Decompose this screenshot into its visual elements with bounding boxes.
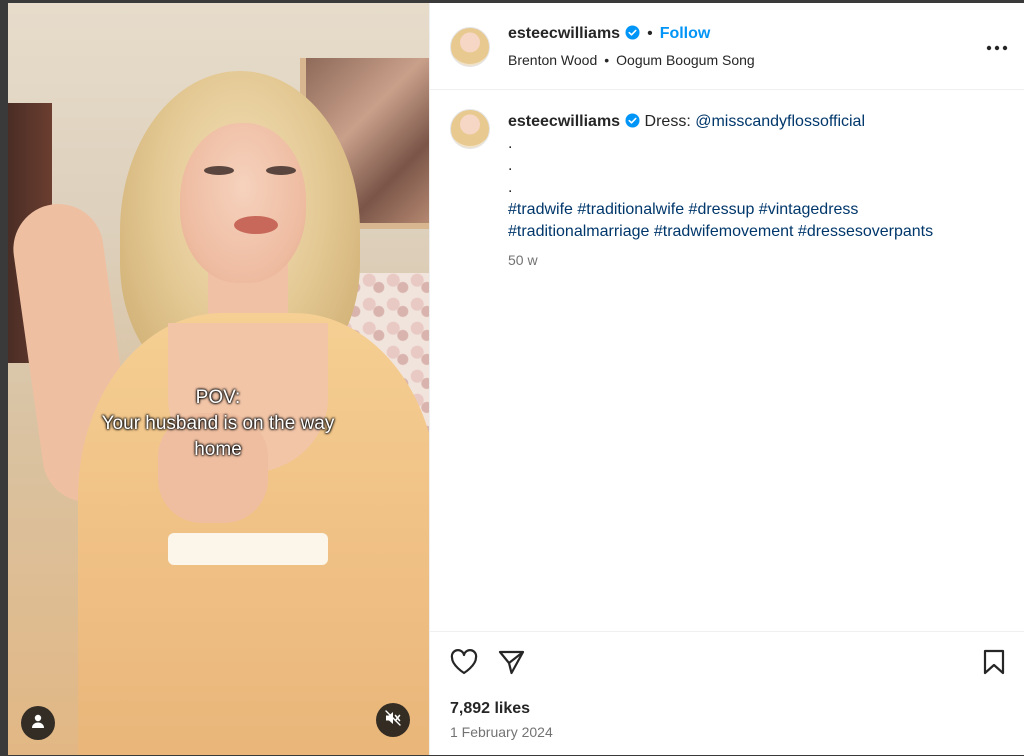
verified-badge-icon [625,25,640,40]
paper-plane-icon [498,649,526,680]
author-avatar[interactable] [450,27,490,67]
caption-mention-link[interactable]: @misscandyflossofficial [695,113,865,130]
post-date[interactable]: 1 February 2024 [450,724,553,740]
tagged-users-button[interactable] [21,706,55,740]
post-details-panel: esteecwilliams • Follow Brenton Wood • Oogum… [429,3,1024,755]
caption-username[interactable]: esteecwilliams [508,113,620,130]
like-count[interactable]: 7,892 likes [450,700,530,718]
speaker-muted-icon [384,709,402,732]
subject-waistband [168,533,328,565]
caption-first-line: esteecwilliams Dress: @misscandyflossoff… [508,111,1008,133]
verified-badge-icon [625,113,640,128]
author-line: esteecwilliams • Follow [508,25,710,43]
bookmark-icon [983,649,1005,680]
follow-button[interactable]: Follow [660,25,711,42]
share-button[interactable] [496,648,528,680]
caption-dot-line: . [508,179,513,196]
audio-artist[interactable]: Brenton Wood [508,52,597,68]
more-horizontal-icon [986,38,1008,56]
caption-hashtags[interactable]: #traditionalmarriage #tradwifemovement #… [508,221,1008,243]
caption-author-avatar[interactable] [450,109,490,149]
caption-dot-line: . [508,135,513,152]
save-button[interactable] [978,648,1010,680]
post-actions: 7,892 likes 1 February 2024 [430,631,1024,755]
video-caption-overlay: POV: Your husband is on the way home [68,385,368,463]
post-modal: POV: Your husband is on the way home est… [8,3,1024,755]
heart-icon [450,648,478,680]
separator-dot: • [604,52,610,68]
caption-prefix: Dress: [644,113,691,130]
overlay-line: home [194,439,242,460]
subject-lips [234,216,278,234]
mute-toggle-button[interactable] [376,703,410,737]
subject-eye-right [266,166,296,175]
post-video[interactable]: POV: Your husband is on the way home [8,3,429,755]
like-button[interactable] [448,648,480,680]
caption-hashtags[interactable]: #tradwife #traditionalwife #dressup #vin… [508,199,1008,221]
post-header: esteecwilliams • Follow Brenton Wood • Oogum… [430,3,1024,90]
overlay-line: POV: [195,387,241,408]
separator-dot: • [647,25,653,42]
caption-dot-line: . [508,157,513,174]
subject-eye-left [204,166,234,175]
subject-face [180,123,306,283]
overlay-line: Your husband is on the way [101,413,335,434]
audio-info: Brenton Wood • Oogum Boogum Song [508,52,755,68]
author-username[interactable]: esteecwilliams [508,25,620,42]
caption-timestamp[interactable]: 50 w [508,249,1008,271]
audio-song[interactable]: Oogum Boogum Song [616,52,755,68]
post-caption: esteecwilliams Dress: @misscandyflossoff… [508,111,1008,271]
user-icon [30,713,46,734]
more-options-button[interactable] [983,35,1011,59]
